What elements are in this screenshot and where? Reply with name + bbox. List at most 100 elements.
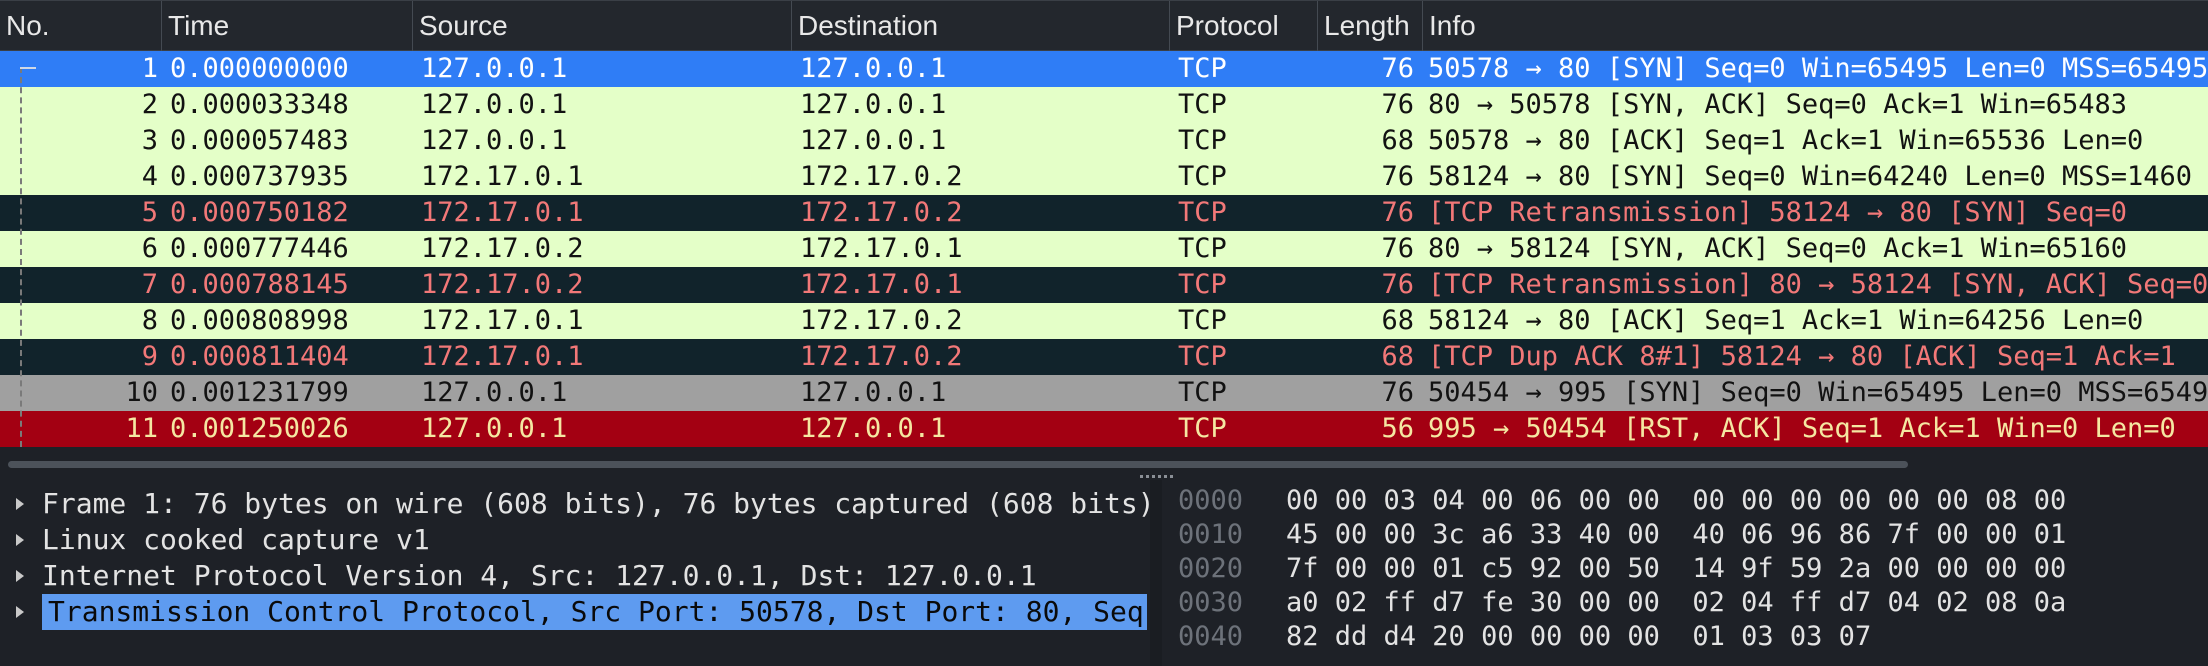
expand-arrow-icon[interactable] — [16, 498, 24, 510]
details-tree-item[interactable]: Frame 1: 76 bytes on wire (608 bits), 76… — [0, 486, 1150, 522]
packet-row[interactable]: 4 0.000737935 172.17.0.1 172.17.0.2 TCP 76 581… — [0, 159, 2208, 195]
packet-destination: 127.0.0.1 — [800, 89, 947, 120]
packet-time: 0.001231799 — [170, 377, 349, 408]
packet-length: 68 — [1381, 305, 1414, 336]
packet-protocol: TCP — [1178, 53, 1227, 84]
hex-dump-row[interactable]: 0000 00 00 03 04 00 06 00 00 00 00 00 00 … — [1162, 484, 2208, 518]
packet-time: 0.000788145 — [170, 269, 349, 300]
packet-time: 0.000057483 — [170, 125, 349, 156]
hex-offset: 0030 — [1178, 587, 1244, 618]
details-tree-label: Transmission Control Protocol, Src Port:… — [42, 594, 1147, 630]
hex-offset: 0020 — [1178, 553, 1244, 584]
packet-info: 995 → 50454 [RST, ACK] Seq=1 Ack=1 Win=0… — [1428, 413, 2176, 444]
column-header-info[interactable]: Info — [1423, 1, 2208, 51]
column-header-protocol[interactable]: Protocol — [1170, 1, 1318, 51]
hex-offset: 0000 — [1178, 485, 1244, 516]
packet-source: 172.17.0.1 — [421, 161, 584, 192]
packet-time: 0.001250026 — [170, 413, 349, 444]
packet-row[interactable]: 8 0.000808998 172.17.0.1 172.17.0.2 TCP 68 581… — [0, 303, 2208, 339]
hex-bytes[interactable]: 7f 00 00 01 c5 92 00 50 14 9f 59 2a 00 0… — [1286, 552, 2066, 586]
packet-row[interactable]: 3 0.000057483 127.0.0.1 127.0.0.1 TCP 68 50578… — [0, 123, 2208, 159]
packet-info: 50454 → 995 [SYN] Seq=0 Win=65495 Len=0 … — [1428, 377, 2208, 408]
packet-destination: 172.17.0.2 — [800, 341, 963, 372]
hex-offset: 0010 — [1178, 519, 1244, 550]
hex-dump-row[interactable]: 0040 82 dd d4 20 00 00 00 00 01 03 03 07 — [1162, 620, 2208, 654]
packet-row[interactable]: 9 0.000811404 172.17.0.1 172.17.0.2 TCP 68 [TC… — [0, 339, 2208, 375]
packet-time: 0.000777446 — [170, 233, 349, 264]
packet-time: 0.000811404 — [170, 341, 349, 372]
packet-source: 172.17.0.1 — [421, 305, 584, 336]
packet-info: 50578 → 80 [SYN] Seq=0 Win=65495 Len=0 M… — [1428, 53, 2208, 84]
packet-list[interactable]: 1 0.000000000 127.0.0.1 127.0.0.1 TCP 76 50578… — [0, 51, 2208, 459]
packet-protocol: TCP — [1178, 89, 1227, 120]
packet-info: 80 → 50578 [SYN, ACK] Seq=0 Ack=1 Win=65… — [1428, 89, 2127, 120]
packet-length: 56 — [1381, 413, 1414, 444]
expand-arrow-icon[interactable] — [16, 534, 24, 546]
hex-bytes[interactable]: 45 00 00 3c a6 33 40 00 40 06 96 86 7f 0… — [1286, 518, 2066, 552]
packet-row[interactable]: 2 0.000033348 127.0.0.1 127.0.0.1 TCP 76 80 → … — [0, 87, 2208, 123]
packet-destination: 127.0.0.1 — [800, 53, 947, 84]
packet-source: 127.0.0.1 — [421, 53, 568, 84]
packet-length: 68 — [1381, 125, 1414, 156]
packet-protocol: TCP — [1178, 125, 1227, 156]
details-tree-item[interactable]: Internet Protocol Version 4, Src: 127.0.… — [0, 558, 1150, 594]
packet-info: 80 → 58124 [SYN, ACK] Seq=0 Ack=1 Win=65… — [1428, 233, 2127, 264]
hex-dump-row[interactable]: 0030 a0 02 ff d7 fe 30 00 00 02 04 ff d7 … — [1162, 586, 2208, 620]
column-header-source[interactable]: Source — [413, 1, 792, 51]
packet-length: 76 — [1381, 269, 1414, 300]
packet-destination: 172.17.0.1 — [800, 269, 963, 300]
packet-destination: 172.17.0.2 — [800, 305, 963, 336]
packet-details-pane[interactable]: Frame 1: 76 bytes on wire (608 bits), 76… — [0, 480, 1150, 666]
packet-protocol: TCP — [1178, 341, 1227, 372]
scrollbar-thumb[interactable] — [8, 461, 1908, 468]
packet-time: 0.000000000 — [170, 53, 349, 84]
packet-source: 172.17.0.2 — [421, 233, 584, 264]
hex-offset: 0040 — [1178, 621, 1244, 652]
packet-protocol: TCP — [1178, 161, 1227, 192]
packet-protocol: TCP — [1178, 305, 1227, 336]
packet-info: 50578 → 80 [ACK] Seq=1 Ack=1 Win=65536 L… — [1428, 125, 2144, 156]
hex-bytes[interactable]: 00 00 03 04 00 06 00 00 00 00 00 00 00 0… — [1286, 484, 2066, 518]
hex-bytes[interactable]: a0 02 ff d7 fe 30 00 00 02 04 ff d7 04 0… — [1286, 586, 2066, 620]
packet-info: 58124 → 80 [ACK] Seq=1 Ack=1 Win=64256 L… — [1428, 305, 2144, 336]
hex-dump-row[interactable]: 0010 45 00 00 3c a6 33 40 00 40 06 96 86 … — [1162, 518, 2208, 552]
packet-length: 76 — [1381, 89, 1414, 120]
packet-row[interactable]: 5 0.000750182 172.17.0.1 172.17.0.2 TCP 76 [TC… — [0, 195, 2208, 231]
packet-row[interactable]: 1 0.000000000 127.0.0.1 127.0.0.1 TCP 76 50578… — [0, 51, 2208, 87]
packet-destination: 127.0.0.1 — [800, 413, 947, 444]
packet-time: 0.000808998 — [170, 305, 349, 336]
column-header-time[interactable]: Time — [162, 1, 413, 51]
hex-bytes[interactable]: 82 dd d4 20 00 00 00 00 01 03 03 07 — [1286, 620, 1871, 654]
expand-arrow-icon[interactable] — [16, 570, 24, 582]
packet-length: 68 — [1381, 341, 1414, 372]
details-tree-item[interactable]: Transmission Control Protocol, Src Port:… — [0, 594, 1150, 630]
packet-source: 127.0.0.1 — [421, 413, 568, 444]
expand-arrow-icon[interactable] — [16, 606, 24, 618]
packet-source: 172.17.0.1 — [421, 197, 584, 228]
details-tree-label: Frame 1: 76 bytes on wire (608 bits), 76… — [42, 487, 1150, 520]
column-header-destination[interactable]: Destination — [792, 1, 1170, 51]
packet-destination: 172.17.0.1 — [800, 233, 963, 264]
packet-source: 127.0.0.1 — [421, 125, 568, 156]
packet-info: 58124 → 80 [SYN] Seq=0 Win=64240 Len=0 M… — [1428, 161, 2193, 192]
conversation-bracket-start — [20, 67, 36, 69]
packet-bytes-pane[interactable]: 0000 00 00 03 04 00 06 00 00 00 00 00 00 … — [1162, 480, 2208, 666]
vertical-pane-splitter[interactable] — [1150, 480, 1162, 666]
packet-list-header: No. Time Source Destination Protocol Len… — [0, 0, 2208, 51]
splitter-grip-icon[interactable] — [1140, 475, 1176, 478]
hex-dump-row[interactable]: 0020 7f 00 00 01 c5 92 00 50 14 9f 59 2a … — [1162, 552, 2208, 586]
column-header-no[interactable]: No. — [0, 1, 162, 51]
packet-source: 127.0.0.1 — [421, 377, 568, 408]
packet-info: [TCP Retransmission] 80 → 58124 [SYN, AC… — [1428, 269, 2208, 300]
packet-destination: 127.0.0.1 — [800, 377, 947, 408]
packet-row[interactable]: 11 0.001250026 127.0.0.1 127.0.0.1 TCP 56 995 … — [0, 411, 2208, 447]
packet-row[interactable]: 6 0.000777446 172.17.0.2 172.17.0.1 TCP 76 80 … — [0, 231, 2208, 267]
packet-time: 0.000033348 — [170, 89, 349, 120]
packet-row[interactable]: 10 0.001231799 127.0.0.1 127.0.0.1 TCP 76 5045… — [0, 375, 2208, 411]
packet-source: 172.17.0.1 — [421, 341, 584, 372]
column-header-length[interactable]: Length — [1318, 1, 1423, 51]
packet-row[interactable]: 7 0.000788145 172.17.0.2 172.17.0.1 TCP 76 [TC… — [0, 267, 2208, 303]
details-tree-item[interactable]: Linux cooked capture v1 — [0, 522, 1150, 558]
packet-length: 76 — [1381, 377, 1414, 408]
pane-splitter[interactable] — [0, 469, 2208, 479]
